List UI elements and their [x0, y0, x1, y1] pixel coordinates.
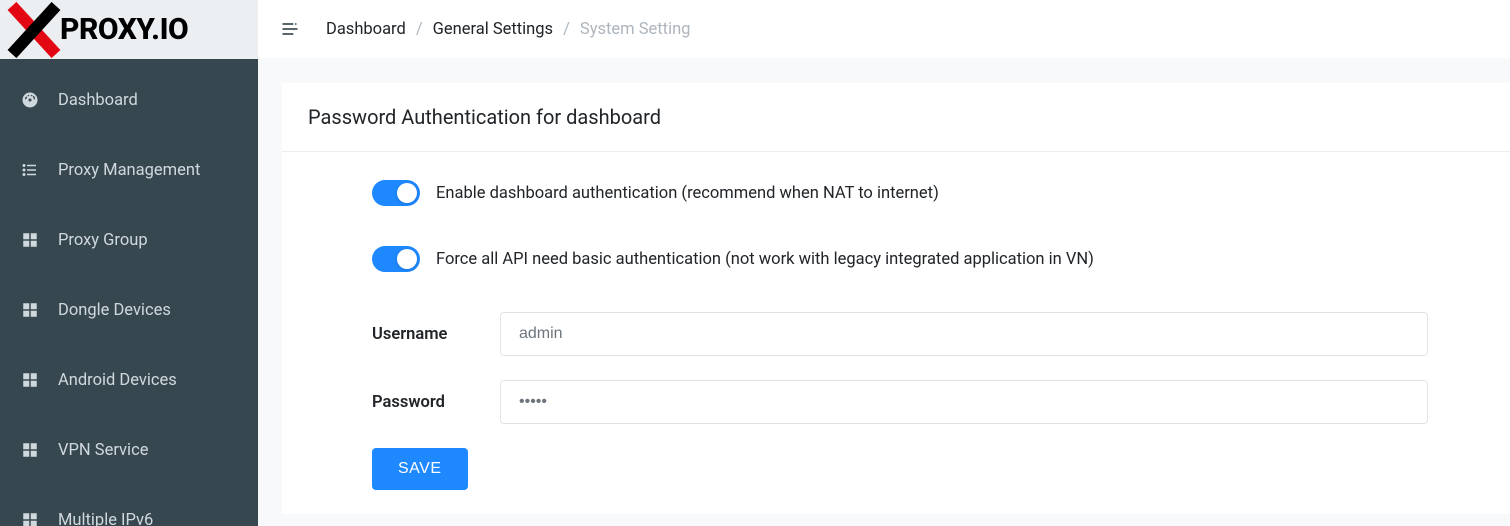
grid-icon: [20, 440, 40, 460]
sidebar-item-label: Proxy Group: [58, 231, 148, 250]
sidebar-item-multiple-ipv6[interactable]: Multiple IPv6: [0, 485, 258, 526]
toggle-force-api-auth-label: Force all API need basic authentication …: [436, 250, 1094, 269]
toggle-enable-auth[interactable]: [372, 180, 420, 206]
username-label: Username: [372, 325, 500, 344]
sidebar-item-label: Android Devices: [58, 371, 177, 390]
sidebar-item-proxy-group[interactable]: Proxy Group: [0, 205, 258, 275]
sidebar-item-proxy-management[interactable]: Proxy Management: [0, 135, 258, 205]
main-content: Password Authentication for dashboard En…: [258, 0, 1510, 526]
sidebar-item-label: Multiple IPv6: [58, 511, 153, 526]
list-icon: [20, 160, 40, 180]
logo-bar: PROXY.IO: [0, 0, 258, 59]
password-input[interactable]: [500, 380, 1428, 424]
grid-icon: [20, 230, 40, 250]
topbar: Dashboard / General Settings / System Se…: [258, 0, 1510, 59]
logo-text: PROXY.IO: [60, 12, 188, 47]
sidebar: Dashboard Proxy Management Proxy Group D…: [0, 0, 258, 526]
username-input[interactable]: [500, 312, 1428, 356]
toggle-knob: [397, 183, 417, 203]
sidebar-item-label: VPN Service: [58, 441, 148, 460]
sidebar-item-android-devices[interactable]: Android Devices: [0, 345, 258, 415]
logo-x-icon: [6, 2, 62, 58]
password-label: Password: [372, 393, 500, 412]
settings-card: Password Authentication for dashboard En…: [282, 83, 1510, 514]
sidebar-item-label: Proxy Management: [58, 161, 200, 180]
sidebar-item-label: Dongle Devices: [58, 301, 171, 320]
menu-toggle-icon[interactable]: [276, 15, 304, 43]
breadcrumb: Dashboard / General Settings / System Se…: [326, 20, 690, 39]
dashboard-icon: [20, 90, 40, 110]
breadcrumb-separator: /: [563, 20, 570, 39]
breadcrumb-system-setting: System Setting: [580, 20, 691, 39]
save-button[interactable]: SAVE: [372, 448, 468, 490]
card-title: Password Authentication for dashboard: [282, 83, 1510, 152]
sidebar-item-dongle-devices[interactable]: Dongle Devices: [0, 275, 258, 345]
sidebar-item-label: Dashboard: [58, 91, 138, 110]
breadcrumb-separator: /: [416, 20, 423, 39]
grid-icon: [20, 510, 40, 526]
grid-icon: [20, 370, 40, 390]
sidebar-item-dashboard[interactable]: Dashboard: [0, 65, 258, 135]
sidebar-item-vpn-service[interactable]: VPN Service: [0, 415, 258, 485]
breadcrumb-general-settings[interactable]: General Settings: [433, 20, 553, 39]
breadcrumb-dashboard[interactable]: Dashboard: [326, 20, 406, 39]
grid-icon: [20, 300, 40, 320]
toggle-knob: [397, 249, 417, 269]
toggle-enable-auth-label: Enable dashboard authentication (recomme…: [436, 184, 939, 203]
toggle-force-api-auth[interactable]: [372, 246, 420, 272]
